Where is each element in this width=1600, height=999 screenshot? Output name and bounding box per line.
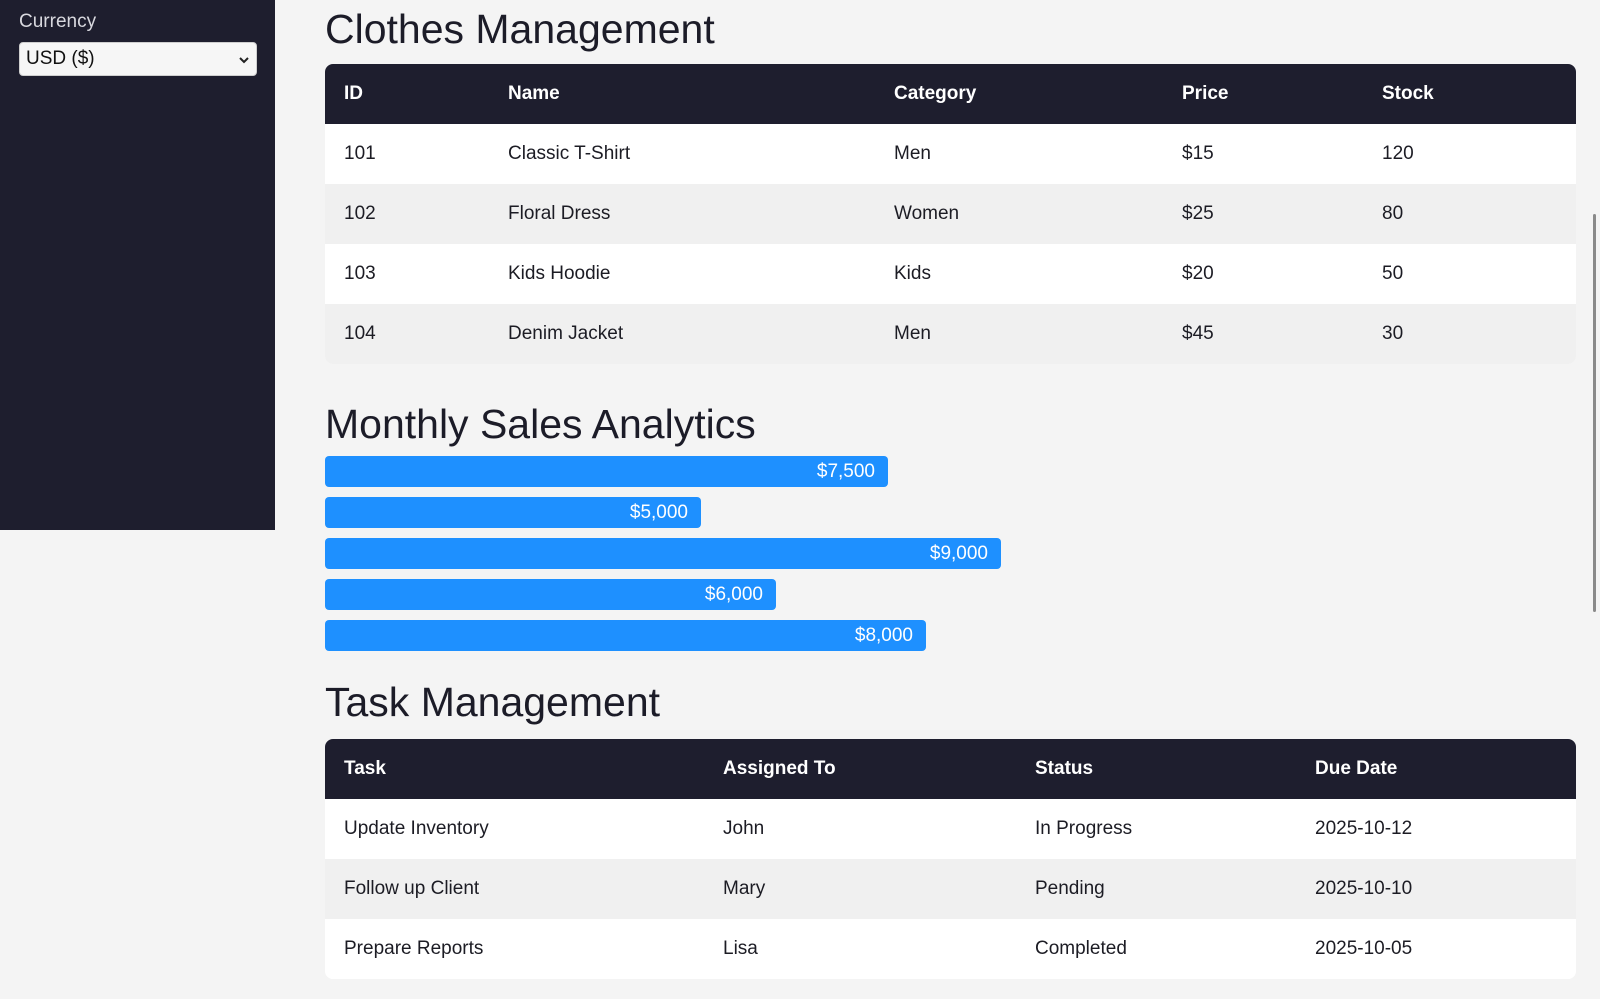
table-row[interactable]: 103 Kids Hoodie Kids $20 50 (325, 244, 1576, 304)
cell-id: 103 (344, 263, 376, 284)
table-row[interactable]: Prepare Reports Lisa Completed 2025-10-0… (325, 919, 1576, 979)
cell-name: Kids Hoodie (508, 263, 611, 284)
sidebar: Currency USD ($) (0, 0, 275, 530)
sales-bar[interactable]: $6,000 (325, 579, 776, 610)
clothes-table-header: ID Name Category Price Stock (325, 64, 1576, 124)
clothes-table: ID Name Category Price Stock 101 Classic… (325, 64, 1576, 364)
column-header-due-date[interactable]: Due Date (1296, 758, 1576, 780)
cell-category: Women (894, 203, 960, 224)
cell-status: Pending (1035, 878, 1105, 899)
scrollbar[interactable] (1585, 0, 1600, 999)
cell-due-date: 2025-10-05 (1315, 938, 1413, 959)
table-row[interactable]: Update Inventory John In Progress 2025-1… (325, 799, 1576, 859)
column-header-stock[interactable]: Stock (1363, 83, 1576, 105)
cell-assigned-to: John (723, 818, 765, 839)
bar-row: $5,000 (325, 497, 1576, 528)
cell-stock: 50 (1382, 263, 1404, 284)
cell-name: Classic T-Shirt (508, 143, 631, 164)
cell-stock: 120 (1382, 143, 1414, 164)
cell-price: $25 (1182, 203, 1214, 224)
table-row[interactable]: 102 Floral Dress Women $25 80 (325, 184, 1576, 244)
cell-task: Follow up Client (344, 878, 480, 899)
cell-task: Prepare Reports (344, 938, 484, 959)
tasks-table: Task Assigned To Status Due Date Update … (325, 739, 1576, 979)
sales-bar-chart: $7,500 $5,000 $9,000 $6,000 $8,000 (325, 456, 1576, 651)
sales-bar[interactable]: $9,000 (325, 538, 1001, 569)
tasks-table-header: Task Assigned To Status Due Date (325, 739, 1576, 799)
cell-assigned-to: Lisa (723, 938, 758, 959)
cell-id: 102 (344, 203, 376, 224)
bar-row: $8,000 (325, 620, 1576, 651)
cell-price: $15 (1182, 143, 1214, 164)
table-row[interactable]: 101 Classic T-Shirt Men $15 120 (325, 124, 1576, 184)
table-row[interactable]: 104 Denim Jacket Men $45 30 (325, 304, 1576, 364)
column-header-price[interactable]: Price (1163, 83, 1363, 105)
cell-task: Update Inventory (344, 818, 489, 839)
clothes-section-title: Clothes Management (325, 6, 715, 52)
sales-bar[interactable]: $8,000 (325, 620, 926, 651)
main-content: Clothes Management ID Name Category Pric… (325, 0, 1576, 979)
currency-label: Currency (19, 11, 97, 32)
bar-row: $6,000 (325, 579, 1576, 610)
scrollbar-thumb[interactable] (1593, 214, 1596, 612)
cell-category: Men (894, 143, 931, 164)
cell-due-date: 2025-10-12 (1315, 818, 1413, 839)
cell-status: Completed (1035, 938, 1127, 959)
column-header-assigned-to[interactable]: Assigned To (704, 758, 1016, 780)
cell-due-date: 2025-10-10 (1315, 878, 1413, 899)
column-header-name[interactable]: Name (489, 83, 875, 105)
cell-price: $45 (1182, 323, 1214, 344)
table-row[interactable]: Follow up Client Mary Pending 2025-10-10 (325, 859, 1576, 919)
cell-name: Floral Dress (508, 203, 611, 224)
cell-category: Men (894, 323, 931, 344)
currency-select[interactable]: USD ($) (19, 42, 257, 76)
cell-stock: 30 (1382, 323, 1404, 344)
cell-price: $20 (1182, 263, 1214, 284)
column-header-category[interactable]: Category (875, 83, 1163, 105)
bar-row: $9,000 (325, 538, 1576, 569)
bar-row: $7,500 (325, 456, 1576, 487)
cell-name: Denim Jacket (508, 323, 624, 344)
column-header-status[interactable]: Status (1016, 758, 1296, 780)
cell-id: 104 (344, 323, 376, 344)
chevron-down-icon (239, 57, 249, 64)
sales-bar[interactable]: $7,500 (325, 456, 888, 487)
cell-stock: 80 (1382, 203, 1404, 224)
cell-assigned-to: Mary (723, 878, 766, 899)
currency-select-value: USD ($) (26, 48, 95, 69)
sales-bar[interactable]: $5,000 (325, 497, 701, 528)
cell-id: 101 (344, 143, 376, 164)
cell-category: Kids (894, 263, 931, 284)
column-header-id[interactable]: ID (325, 83, 489, 105)
sales-section-title: Monthly Sales Analytics (325, 401, 756, 447)
tasks-section-title: Task Management (325, 679, 661, 725)
cell-status: In Progress (1035, 818, 1133, 839)
column-header-task[interactable]: Task (325, 758, 704, 780)
